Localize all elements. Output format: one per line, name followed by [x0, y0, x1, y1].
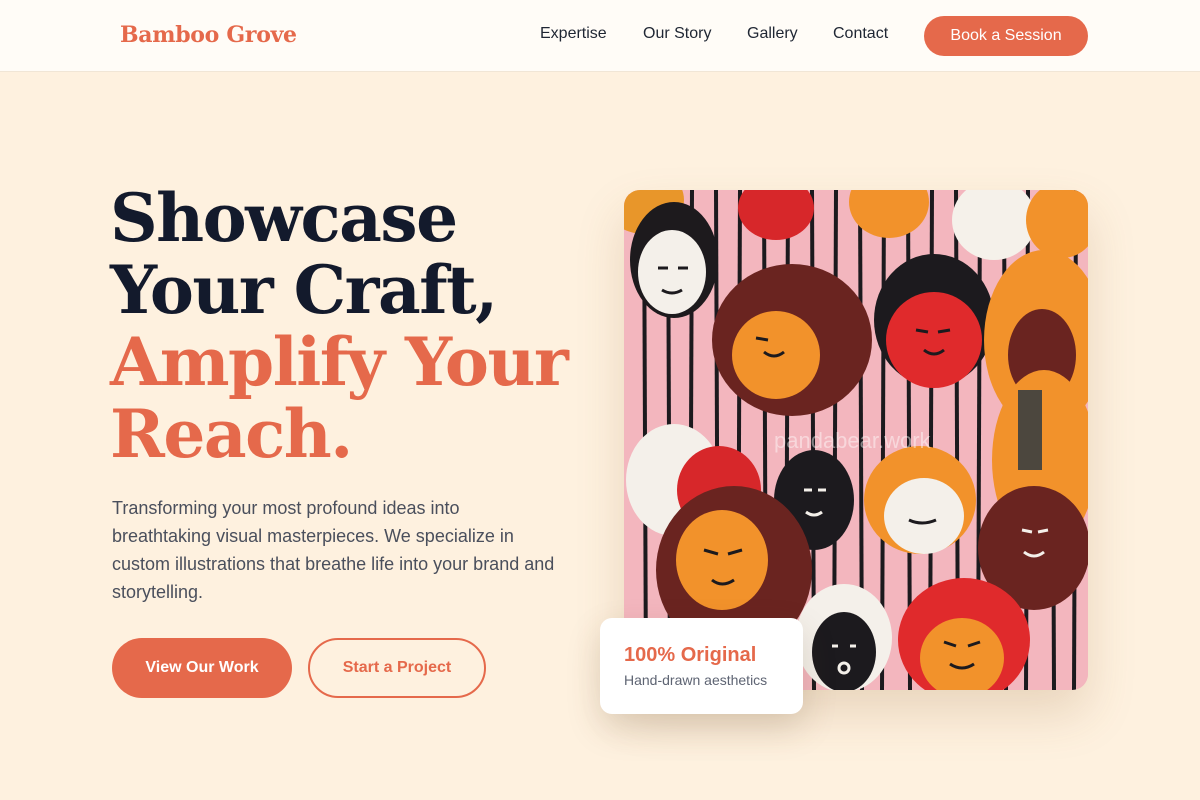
illustrated-faces-image: pandabear.work [624, 190, 1088, 690]
brand-logo[interactable]: Bamboo Grove [120, 22, 297, 48]
nav-link-gallery[interactable]: Gallery [747, 25, 798, 43]
nav-link-expertise[interactable]: Expertise [540, 25, 607, 43]
nav-link-contact[interactable]: Contact [833, 25, 888, 43]
headline-line-3: Amplify Your [110, 323, 569, 401]
view-work-button[interactable]: View Our Work [112, 638, 292, 698]
headline-line-2: Your Craft, [110, 251, 498, 329]
image-watermark: pandabear.work [774, 428, 932, 453]
badge-title: 100% Original [624, 644, 757, 666]
book-session-button[interactable]: Book a Session [924, 16, 1088, 56]
original-badge: 100% Original Hand-drawn aesthetics [600, 618, 803, 714]
headline-line-1: Showcase [110, 179, 458, 257]
headline-line-4: Reach. [110, 395, 353, 473]
site-header: Bamboo Grove Expertise Our Story Gallery… [0, 0, 1200, 72]
nav-link-our-story[interactable]: Our Story [643, 25, 711, 43]
hero-headline: Showcase Your Craft, Amplify Your Reach. [110, 179, 569, 473]
start-project-button[interactable]: Start a Project [308, 638, 486, 698]
hero-artwork: pandabear.work [624, 190, 1088, 690]
hero-description: Transforming your most profound ideas in… [112, 498, 555, 602]
badge-subtitle: Hand-drawn aesthetics [624, 672, 768, 688]
